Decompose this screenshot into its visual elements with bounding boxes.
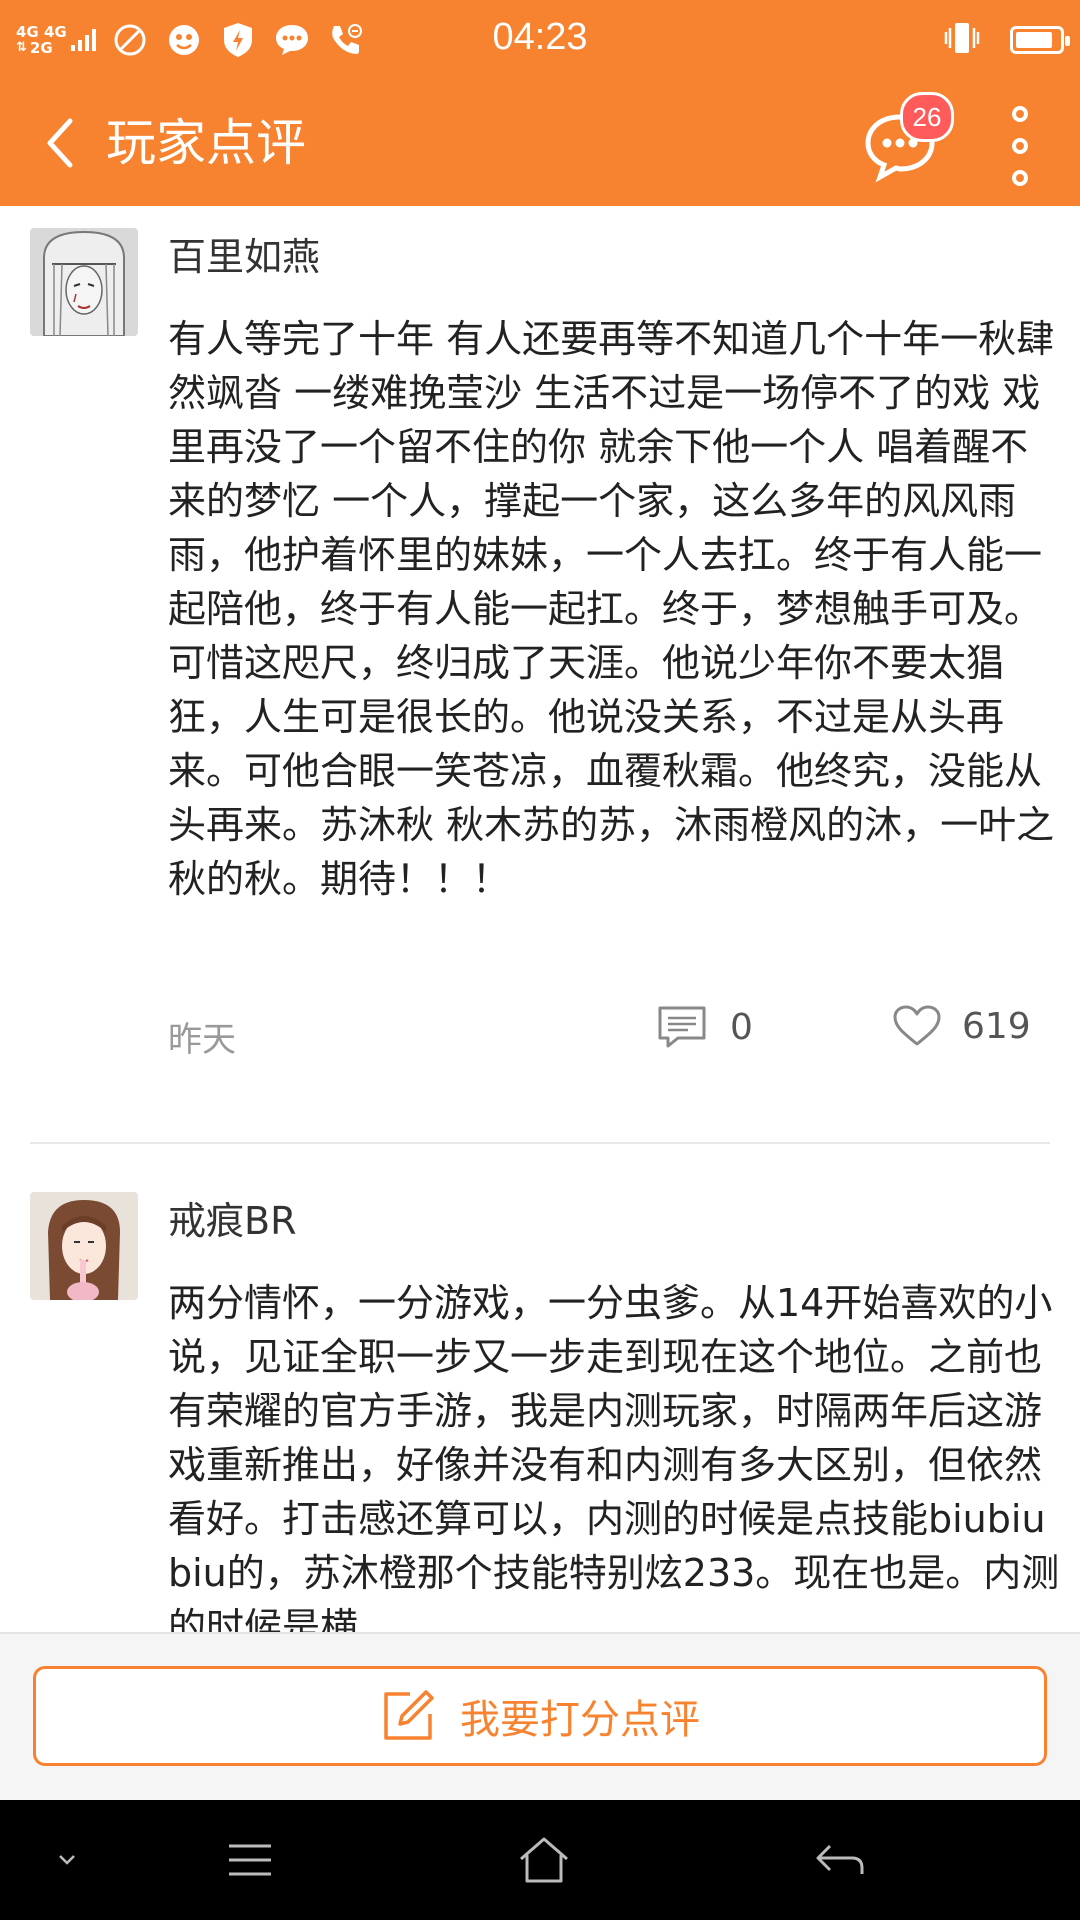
system-navigation-bar [0,1800,1080,1920]
page-title: 玩家点评 [106,114,306,172]
back-arrow-icon [47,118,73,168]
comment-icon [658,1006,706,1048]
more-dot-icon [1012,170,1028,186]
chevron-down-icon [59,1855,75,1865]
menu-icon [229,1844,271,1876]
rate-review-label: 我要打分点评 [460,1697,700,1743]
divider [30,1142,1050,1144]
more-menu-button[interactable] [1000,106,1040,186]
back-button[interactable] [30,110,90,176]
nav-back-button[interactable] [800,1820,880,1900]
bottom-action-bar: 我要打分点评 [0,1632,1080,1800]
more-dot-icon [1012,106,1028,122]
avatar[interactable] [30,228,138,336]
status-bar: 4G 4G ⇅ 2G 04:23 [0,0,1080,80]
nav-menu-button[interactable] [210,1820,290,1900]
review-meta: 昨天 0 619 [168,1004,1048,1064]
avatar[interactable] [30,1192,138,1300]
status-icons-right [942,18,1070,62]
home-icon [520,1837,568,1883]
like-button[interactable]: 619 [892,1004,1031,1048]
app-bar: 玩家点评 26 [0,80,1080,206]
comment-button[interactable]: 0 [656,1004,753,1050]
nav-home-button[interactable] [504,1820,584,1900]
review-date: 昨天 [168,1020,236,1060]
edit-icon [384,1690,434,1740]
vibrate-icon [942,18,982,62]
review-username[interactable]: 戒痕BR [168,1196,296,1246]
rate-review-button[interactable]: 我要打分点评 [33,1666,1047,1766]
like-count: 619 [962,1005,1031,1047]
more-dot-icon [1012,138,1028,154]
nav-collapse-button[interactable] [27,1820,107,1900]
review-list[interactable]: 百里如燕 有人等完了十年 有人还要再等不知道几个十年一秋肆然飒沓 一缕难挽莹沙 … [0,206,1080,1632]
clock: 04:23 [492,16,588,58]
back-icon [816,1844,864,1874]
review-content: 有人等完了十年 有人还要再等不知道几个十年一秋肆然飒沓 一缕难挽莹沙 生活不过是… [168,317,1055,901]
battery-icon [1010,26,1070,54]
messages-badge: 26 [900,92,954,142]
heart-icon [893,1005,941,1046]
review-content: 两分情怀，一分游戏，一分虫爹。从14开始喜欢的小说，见证全职一步又一步走到现在这… [168,1281,1060,1632]
review-username[interactable]: 百里如燕 [168,232,320,282]
comment-count: 0 [730,1006,753,1048]
